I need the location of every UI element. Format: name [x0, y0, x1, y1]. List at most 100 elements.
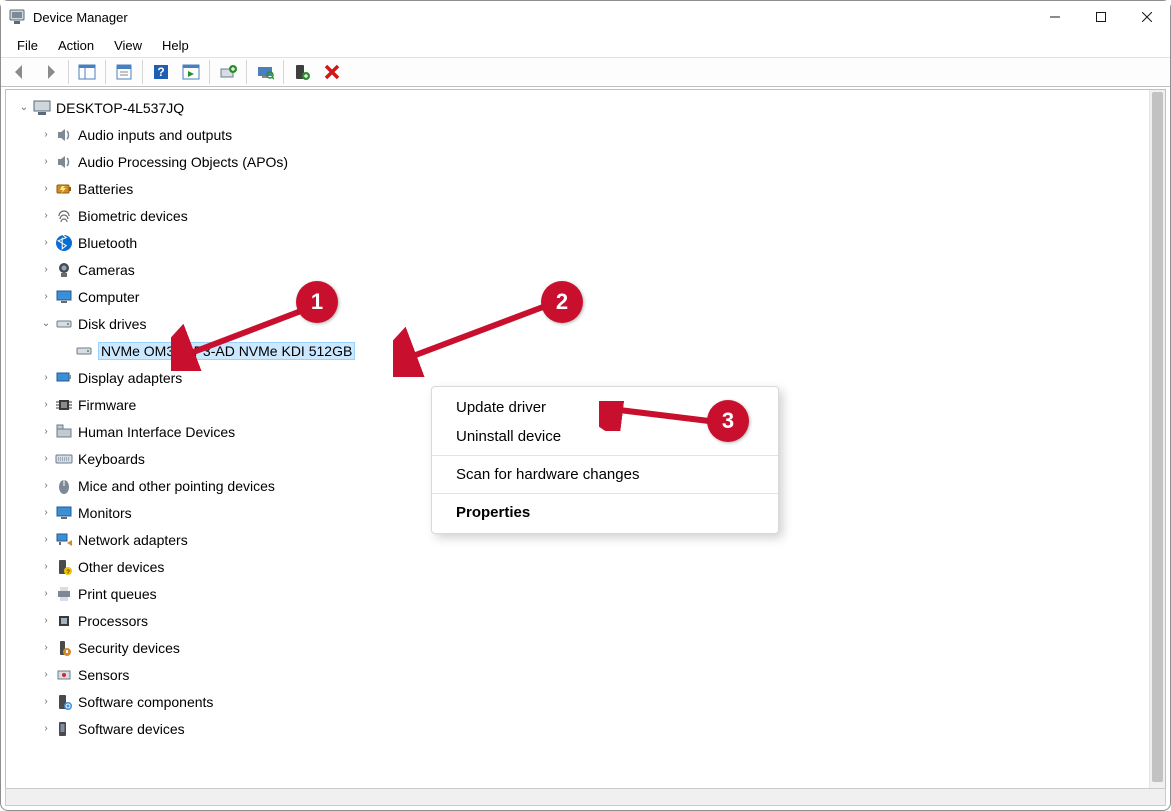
toolbar-separator	[142, 60, 143, 84]
menu-file[interactable]: File	[7, 36, 48, 55]
tree-node-software-components[interactable]: › Software components	[10, 688, 1149, 715]
ctx-properties[interactable]: Properties	[432, 498, 778, 527]
update-driver-button[interactable]	[214, 59, 242, 85]
expand-icon[interactable]: ›	[38, 478, 54, 494]
expand-icon[interactable]: ›	[38, 154, 54, 170]
mouse-icon	[54, 476, 74, 496]
tree-node-biometric[interactable]: › Biometric devices	[10, 202, 1149, 229]
toolbar-separator	[105, 60, 106, 84]
tree-node-other-devices[interactable]: › ? Other devices	[10, 553, 1149, 580]
chip-icon	[54, 395, 74, 415]
node-label: Disk drives	[78, 316, 146, 332]
node-label: Bluetooth	[78, 235, 137, 251]
scan-hardware-button[interactable]	[251, 59, 279, 85]
node-label: Audio Processing Objects (APOs)	[78, 154, 288, 170]
annotation-badge-2: 2	[541, 281, 583, 323]
ctx-separator	[432, 455, 778, 456]
expand-icon[interactable]: ›	[38, 208, 54, 224]
menu-help[interactable]: Help	[152, 36, 199, 55]
expand-icon[interactable]: ›	[38, 721, 54, 737]
node-label: Cameras	[78, 262, 135, 278]
printer-icon	[54, 584, 74, 604]
tree-node-audio-inputs[interactable]: › Audio inputs and outputs	[10, 121, 1149, 148]
ctx-scan-hardware[interactable]: Scan for hardware changes	[432, 460, 778, 489]
enable-device-button[interactable]	[288, 59, 316, 85]
tree-node-sensors[interactable]: › Sensors	[10, 661, 1149, 688]
expand-icon[interactable]: ›	[38, 640, 54, 656]
camera-icon	[54, 260, 74, 280]
expand-icon[interactable]: ›	[38, 613, 54, 629]
node-label: Keyboards	[78, 451, 145, 467]
svg-text:?: ?	[157, 65, 164, 79]
minimize-button[interactable]	[1032, 1, 1078, 33]
monitor-icon	[54, 287, 74, 307]
back-button[interactable]	[6, 59, 34, 85]
node-label: Network adapters	[78, 532, 188, 548]
toolbar-separator	[209, 60, 210, 84]
toolbar-separator	[68, 60, 69, 84]
node-label: Batteries	[78, 181, 133, 197]
expand-icon[interactable]: ›	[38, 181, 54, 197]
forward-button[interactable]	[36, 59, 64, 85]
node-label: Security devices	[78, 640, 180, 656]
expand-icon[interactable]: ›	[38, 235, 54, 251]
node-label: Monitors	[78, 505, 132, 521]
expand-icon[interactable]: ›	[38, 532, 54, 548]
expand-icon[interactable]: ›	[38, 694, 54, 710]
cpu-icon	[54, 611, 74, 631]
node-label: Computer	[78, 289, 139, 305]
expand-icon[interactable]: ›	[38, 586, 54, 602]
show-hide-console-tree-button[interactable]	[73, 59, 101, 85]
expand-icon[interactable]: ›	[38, 559, 54, 575]
expand-icon[interactable]: ›	[38, 289, 54, 305]
node-label: Display adapters	[78, 370, 182, 386]
tree-node-print-queues[interactable]: › Print queues	[10, 580, 1149, 607]
window-controls	[1032, 1, 1170, 33]
tree-node-security[interactable]: › Security devices	[10, 634, 1149, 661]
expand-icon[interactable]: ›	[38, 262, 54, 278]
battery-icon	[54, 179, 74, 199]
expand-icon[interactable]: ›	[38, 397, 54, 413]
help-button[interactable]: ?	[147, 59, 175, 85]
node-label: Other devices	[78, 559, 164, 575]
scrollbar-thumb[interactable]	[1152, 92, 1163, 782]
collapse-icon[interactable]: ⌄	[38, 316, 54, 332]
tree-node-apos[interactable]: › Audio Processing Objects (APOs)	[10, 148, 1149, 175]
maximize-button[interactable]	[1078, 1, 1124, 33]
menu-view[interactable]: View	[104, 36, 152, 55]
titlebar-left: Device Manager	[9, 9, 128, 25]
scrollbar[interactable]	[1149, 90, 1165, 789]
toolbar-separator	[246, 60, 247, 84]
tree-node-batteries[interactable]: › Batteries	[10, 175, 1149, 202]
hid-icon	[54, 422, 74, 442]
expand-icon[interactable]: ›	[38, 424, 54, 440]
display-adapter-icon	[54, 368, 74, 388]
tree-root[interactable]: ⌄ DESKTOP-4L537JQ	[10, 94, 1149, 121]
tree-node-processors[interactable]: › Processors	[10, 607, 1149, 634]
close-button[interactable]	[1124, 1, 1170, 33]
expand-icon[interactable]: ›	[38, 127, 54, 143]
menu-action[interactable]: Action	[48, 36, 104, 55]
properties-button[interactable]	[110, 59, 138, 85]
app-icon	[9, 9, 25, 25]
uninstall-device-button[interactable]	[318, 59, 346, 85]
node-label: Print queues	[78, 586, 157, 602]
tree-node-cameras[interactable]: › Cameras	[10, 256, 1149, 283]
expand-icon[interactable]: ›	[38, 505, 54, 521]
expand-icon[interactable]: ›	[38, 667, 54, 683]
collapse-icon[interactable]: ⌄	[16, 100, 32, 116]
node-label: Sensors	[78, 667, 129, 683]
monitor-icon	[54, 503, 74, 523]
expand-icon[interactable]: ›	[38, 370, 54, 386]
sensor-icon	[54, 665, 74, 685]
titlebar: Device Manager	[1, 1, 1170, 33]
action-pane-button[interactable]	[177, 59, 205, 85]
tree-node-software-devices[interactable]: › Software devices	[10, 715, 1149, 742]
tree-node-disk-drives[interactable]: ⌄ Disk drives	[10, 310, 1149, 337]
tree-node-bluetooth[interactable]: › Bluetooth	[10, 229, 1149, 256]
unknown-device-icon: ?	[54, 557, 74, 577]
expand-icon[interactable]: ›	[38, 451, 54, 467]
node-label: Human Interface Devices	[78, 424, 235, 440]
node-label: Mice and other pointing devices	[78, 478, 275, 494]
tree-node-nvme-disk[interactable]: NVMe OM3PDP3-AD NVMe KDI 512GB	[10, 337, 1149, 364]
